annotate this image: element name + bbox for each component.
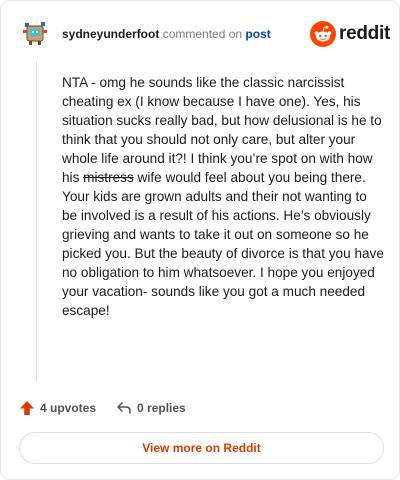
comment-card: sydneyunderfoot commented on post reddit… — [0, 0, 400, 480]
comment-text: NTA - omg he sounds like the classic nar… — [62, 73, 384, 320]
reply-count: 0 replies — [137, 401, 186, 415]
comment-actions: 4 upvotes 0 replies — [19, 398, 186, 418]
comment-text-part: wife would feel about you being there. Y… — [62, 170, 384, 318]
struck-word: mistress — [83, 170, 134, 185]
upvote-button[interactable]: 4 upvotes — [19, 400, 96, 416]
reddit-logo[interactable]: reddit — [310, 21, 390, 47]
username-link[interactable]: sydneyunderfoot — [62, 27, 159, 41]
view-more-button[interactable]: View more on Reddit — [19, 432, 384, 464]
user-avatar[interactable] — [19, 17, 51, 49]
action-text: commented on — [162, 27, 243, 41]
reply-button[interactable]: 0 replies — [116, 400, 186, 416]
comment-text-part: NTA - omg he sounds like the classic nar… — [62, 75, 382, 185]
post-link[interactable]: post — [245, 27, 270, 41]
upvote-arrow-icon — [20, 401, 34, 415]
reddit-wordmark: reddit — [339, 23, 390, 44]
upvote-count: 4 upvotes — [40, 401, 97, 415]
reply-arrow-icon — [117, 402, 131, 414]
thread-line — [36, 61, 37, 381]
comment-header: sydneyunderfoot commented on post — [62, 27, 271, 41]
reddit-snoo-icon — [310, 21, 336, 47]
avatar-image — [19, 17, 51, 49]
